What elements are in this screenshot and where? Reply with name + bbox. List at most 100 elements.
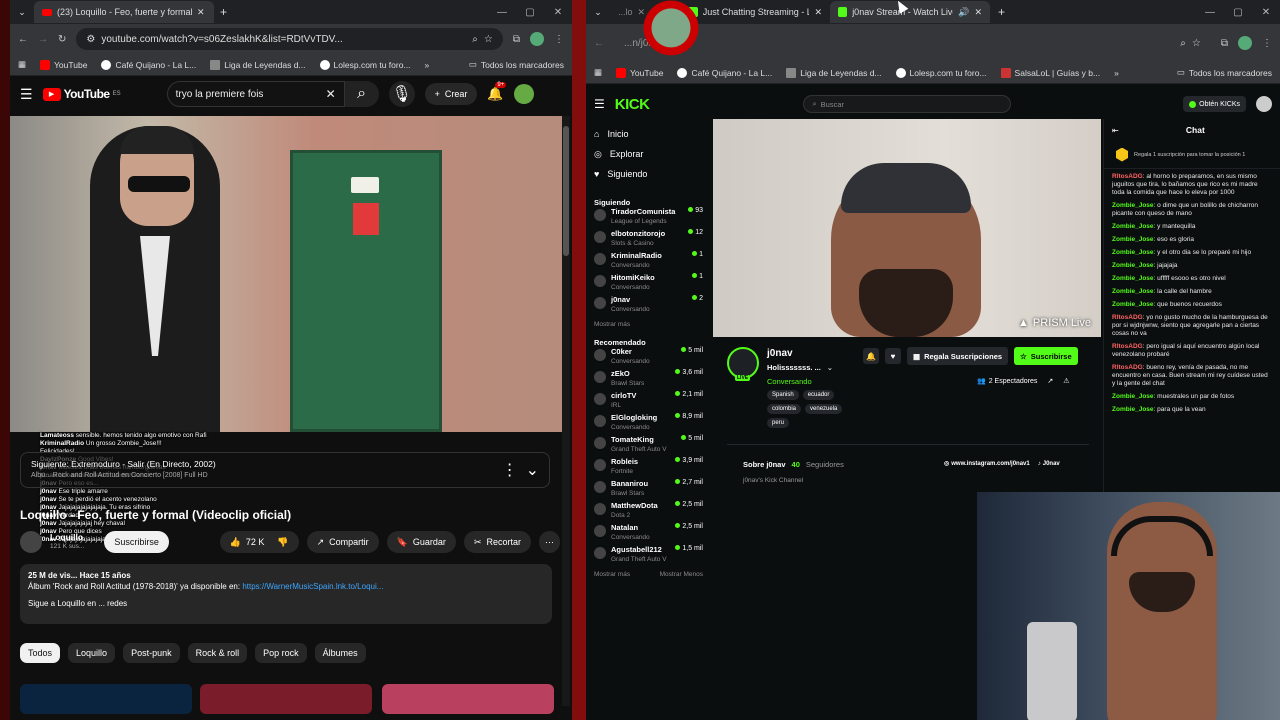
following-channel[interactable]: HitomiKeiko Conversando 1	[586, 273, 711, 295]
save-button[interactable]: 🔖 Guardar	[386, 531, 456, 553]
bookmark-star-icon[interactable]: ☆	[1192, 38, 1201, 49]
recommended-channel[interactable]: cirloTV IRL 2,1 mil	[586, 391, 711, 413]
show-less-link[interactable]: Mostrar Menos	[660, 571, 703, 578]
bookmark-youtube[interactable]: YouTube	[616, 67, 663, 78]
zoom-icon[interactable]: ⌕	[472, 34, 478, 45]
bookmark-salsalol[interactable]: SalsaLoL | Guías y b...	[1000, 67, 1100, 78]
gift-subs-button[interactable]: ▦ Regala Suscripciones	[907, 347, 1009, 365]
hamburger-menu-icon[interactable]: ☰	[594, 97, 605, 111]
extensions-icon[interactable]: ⧉	[1221, 38, 1228, 49]
menu-kebab-icon[interactable]: ⋮	[554, 34, 564, 45]
recommended-channel[interactable]: Robleis Fortnite 3,9 mil	[586, 457, 711, 479]
extensions-icon[interactable]: ⧉	[513, 34, 520, 45]
youtube-search-input[interactable]: tryo la premiere fois ✕	[166, 81, 345, 107]
instagram-link[interactable]: ◎ www.instagram.com/j0nav1	[944, 460, 1030, 468]
tab-audio-icon[interactable]: 🔊	[958, 7, 969, 18]
profile-icon[interactable]	[530, 32, 544, 46]
channel-name[interactable]: Loquillo	[50, 532, 84, 542]
bookmark-lolesp[interactable]: Lolesp.com tu foro...	[319, 59, 411, 70]
chip-todos[interactable]: Todos	[20, 643, 61, 663]
video-player[interactable]	[10, 116, 562, 432]
bookmark-liga-leyendas[interactable]: Liga de Leyendas d...	[210, 59, 306, 70]
chevron-down-icon[interactable]: ⌄	[827, 363, 833, 372]
bookmark-youtube[interactable]: YouTube	[40, 59, 87, 70]
following-channel[interactable]: j0nav Conversando 2	[586, 295, 711, 317]
bookmark-all[interactable]: ▭ Todos los marcadores	[1177, 67, 1272, 78]
user-avatar[interactable]	[1256, 96, 1272, 112]
kick-search-input[interactable]: ⌕ Buscar	[803, 95, 1012, 113]
recommended-channel[interactable]: ElGlogloking Conversando 8,9 mil	[586, 413, 711, 435]
related-thumbnail-1[interactable]	[20, 684, 192, 714]
following-channel[interactable]: elbotonzitorojo Slots & Casino 12	[586, 229, 711, 251]
related-thumbnail-3[interactable]	[382, 684, 554, 714]
tab-j0nav[interactable]: j0nav Stream - Watch Live o 🔊 ✕	[830, 1, 990, 23]
zoom-icon[interactable]: ⌕	[1180, 38, 1186, 49]
show-more-link[interactable]: Mostrar más	[586, 321, 711, 328]
channel-avatar[interactable]	[20, 531, 42, 553]
scrollbar[interactable]	[562, 116, 570, 706]
recommended-channel[interactable]: Agustabell212 Grand Theft Auto V 1,5 mil	[586, 545, 711, 567]
recommended-channel[interactable]: MatthewDota Dota 2 2,5 mil	[586, 501, 711, 523]
following-channel[interactable]: TiradorComunista League of Legends 93	[586, 207, 711, 229]
follow-heart-icon[interactable]: ♥	[885, 348, 901, 364]
scrollbar-thumb[interactable]	[563, 126, 569, 256]
url-field[interactable]: ⚙ youtube.com/watch?v=s06ZeslakhK&list=R…	[76, 28, 503, 50]
back-icon[interactable]: ←	[594, 38, 604, 49]
clear-search-icon[interactable]: ✕	[326, 87, 336, 101]
get-kicks-button[interactable]: Obtén KICKs	[1183, 96, 1246, 112]
close-window-icon[interactable]: ✕	[1252, 7, 1280, 18]
tab-youtube[interactable]: (23) Loquillo - Feo, fuerte y formal ✕	[34, 1, 214, 23]
tag-peru[interactable]: peru	[767, 418, 790, 428]
tag-venezuela[interactable]: venezuela	[805, 404, 843, 414]
recommended-channel[interactable]: Natalan Conversando 2,5 mil	[586, 523, 711, 545]
kick-logo[interactable]: KICK	[615, 96, 650, 113]
recommended-channel[interactable]: TomateKing Grand Theft Auto V 5 mil	[586, 435, 711, 457]
chip-loquillo[interactable]: Loquillo	[68, 643, 116, 663]
nav-explorar[interactable]: ◎ Explorar	[586, 144, 711, 164]
up-next-menu-icon[interactable]: ⋮	[502, 460, 518, 480]
tiktok-link[interactable]: ♪ J0nav	[1038, 461, 1060, 467]
bookmark-cafe-quijano[interactable]: Café Quijano - La L...	[677, 67, 772, 78]
search-button[interactable]: ⌕	[344, 81, 379, 107]
bookmark-liga-leyendas[interactable]: Liga de Leyendas d...	[786, 67, 882, 78]
back-icon[interactable]: ←	[18, 34, 28, 45]
like-button[interactable]: 👍 72 K 👎	[219, 531, 299, 553]
youtube-logo[interactable]: ▶ YouTube ES	[42, 87, 121, 101]
tab-close-icon[interactable]: ✕	[197, 7, 205, 18]
subscribe-button[interactable]: ☆ Suscribirse	[1014, 347, 1078, 365]
minimize-icon[interactable]: —	[1196, 7, 1224, 18]
site-info-icon[interactable]: ⚙	[86, 34, 95, 45]
forward-icon[interactable]: →	[38, 34, 48, 45]
chip-rock-roll[interactable]: Rock & roll	[187, 643, 248, 663]
share-button[interactable]: ↗ Compartir	[306, 531, 379, 553]
apps-icon[interactable]: ▦	[594, 67, 602, 78]
chip-pop-rock[interactable]: Pop rock	[255, 643, 307, 663]
tag-spanish[interactable]: Spanish	[767, 390, 799, 400]
apps-icon[interactable]: ▦	[18, 59, 26, 70]
bookmark-star-icon[interactable]: ☆	[484, 34, 493, 45]
pinned-gift-banner[interactable]: Regala 1 suscripción para tomar la posic…	[1104, 141, 1280, 169]
collapse-chat-icon[interactable]: ⇤	[1112, 126, 1119, 135]
voice-search-icon[interactable]: 🎙	[388, 81, 415, 107]
recommended-channel[interactable]: zEkO Brawl Stars 3,6 mil	[586, 369, 711, 391]
account-avatar[interactable]	[513, 84, 534, 104]
tab-close-icon[interactable]: ✕	[814, 7, 822, 18]
stream-category[interactable]: Conversando	[767, 377, 812, 386]
chevron-down-icon[interactable]: ⌄	[526, 460, 539, 480]
notification-bell-icon[interactable]: 🔔	[863, 348, 879, 364]
notifications-bell-icon[interactable]: 🔔 9+	[487, 82, 507, 102]
tab-search-icon[interactable]: ⌄	[10, 7, 34, 18]
reload-icon[interactable]: ↻	[58, 34, 66, 45]
more-actions-button[interactable]: ⋯	[539, 531, 560, 553]
tag-colombia[interactable]: colombia	[767, 404, 802, 414]
show-more-link[interactable]: Mostrar más	[594, 571, 630, 578]
chip-post-punk[interactable]: Post-punk	[123, 643, 180, 663]
recommended-channel[interactable]: C0ker Conversando 5 mil	[586, 347, 711, 369]
nav-siguiendo[interactable]: ♥ Siguiendo	[586, 164, 711, 184]
maximize-icon[interactable]: ▢	[1224, 7, 1252, 18]
kick-video-player[interactable]: ▲ PRISM Live	[713, 119, 1101, 337]
menu-kebab-icon[interactable]: ⋮	[1262, 38, 1272, 49]
streamer-name[interactable]: j0nav	[767, 348, 793, 359]
video-description[interactable]: 25 M de vis... Hace 15 años Álbum 'Rock …	[20, 564, 552, 624]
minimize-icon[interactable]: —	[488, 7, 516, 18]
